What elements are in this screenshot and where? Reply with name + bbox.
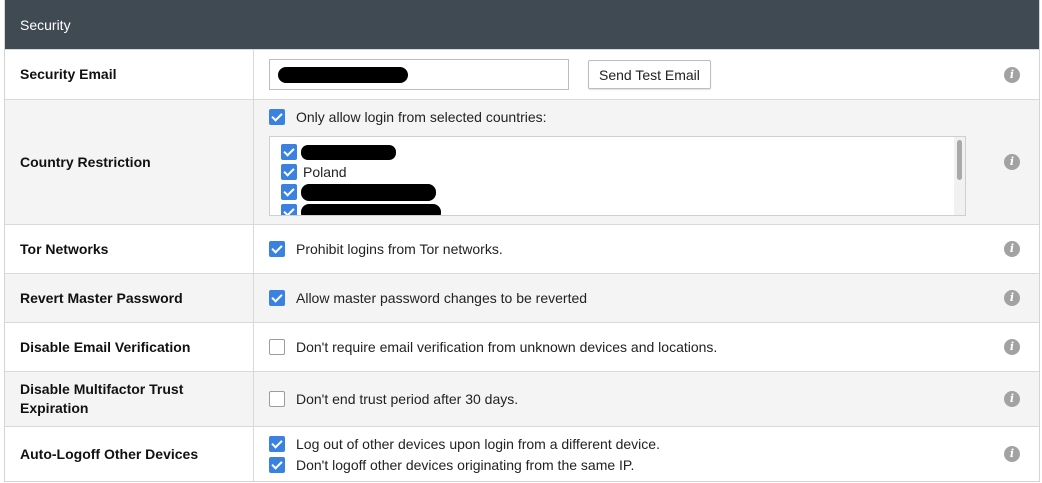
list-item[interactable] [270, 142, 965, 162]
country-restriction-option[interactable]: Only allow login from selected countries… [269, 106, 1039, 127]
info-icon[interactable]: i [1004, 290, 1020, 306]
info-icon[interactable]: i [1004, 66, 1020, 83]
checkbox-icon[interactable] [281, 164, 297, 180]
country-restriction-label: Country Restriction [5, 100, 254, 224]
disable-email-verification-row: Disable Email Verification Don't require… [5, 322, 1039, 371]
checkbox-icon[interactable] [269, 108, 285, 125]
redacted-country [301, 183, 436, 201]
revert-master-password-label: Revert Master Password [5, 274, 254, 322]
country-restriction-row: Country Restriction Only allow login fro… [5, 99, 1039, 224]
info-icon[interactable]: i [1004, 339, 1020, 355]
checkbox-icon[interactable] [269, 339, 285, 355]
auto-logoff-row: Auto-Logoff Other Devices Log out of oth… [5, 426, 1039, 481]
auto-logoff-option-1[interactable]: Log out of other devices upon login from… [269, 433, 1039, 454]
country-list[interactable]: Poland [269, 136, 966, 216]
auto-logoff-option-1-label: Log out of other devices upon login from… [296, 435, 660, 452]
checkbox-icon[interactable] [269, 456, 285, 473]
info-icon[interactable]: i [1004, 391, 1020, 407]
security-email-input[interactable] [269, 59, 569, 90]
scrollbar[interactable] [954, 137, 965, 215]
disable-email-verification-option[interactable]: Don't require email verification from un… [269, 337, 1039, 358]
checkbox-icon[interactable] [269, 241, 285, 257]
panel-title: Security [20, 16, 71, 33]
panel-header: Security [5, 0, 1039, 49]
disable-email-verification-option-label: Don't require email verification from un… [296, 339, 718, 355]
checkbox-icon[interactable] [269, 290, 285, 306]
revert-master-password-option[interactable]: Allow master password changes to be reve… [269, 288, 1039, 309]
info-icon[interactable]: i [1004, 154, 1020, 170]
checkbox-icon[interactable] [281, 144, 297, 160]
disable-multifactor-trust-row: Disable Multifactor Trust Expiration Don… [5, 371, 1039, 426]
country-name: Poland [303, 164, 347, 180]
security-panel: Security Security Email Send Test Email … [4, 0, 1040, 482]
disable-multifactor-trust-option[interactable]: Don't end trust period after 30 days. [269, 389, 1039, 410]
disable-multifactor-trust-label: Disable Multifactor Trust Expiration [5, 372, 254, 426]
tor-networks-option-label: Prohibit logins from Tor networks. [296, 241, 503, 257]
scrollbar-thumb[interactable] [957, 140, 962, 180]
disable-multifactor-trust-option-label: Don't end trust period after 30 days. [296, 391, 519, 407]
send-test-email-button[interactable]: Send Test Email [588, 60, 711, 89]
tor-networks-label: Tor Networks [5, 225, 254, 273]
security-email-row: Security Email Send Test Email i [5, 49, 1039, 99]
country-restriction-option-label: Only allow login from selected countries… [296, 108, 547, 125]
revert-master-password-row: Revert Master Password Allow master pass… [5, 273, 1039, 322]
list-item[interactable] [270, 182, 965, 202]
checkbox-icon[interactable] [269, 435, 285, 452]
disable-email-verification-label: Disable Email Verification [5, 323, 254, 371]
checkbox-icon[interactable] [281, 184, 297, 200]
security-email-label: Security Email [5, 50, 254, 99]
checkbox-icon[interactable] [269, 391, 285, 407]
auto-logoff-option-2[interactable]: Don't logoff other devices originating f… [269, 454, 1039, 475]
list-item[interactable]: Poland [270, 162, 965, 182]
tor-networks-option[interactable]: Prohibit logins from Tor networks. [269, 239, 1039, 260]
revert-master-password-option-label: Allow master password changes to be reve… [296, 290, 588, 306]
info-icon[interactable]: i [1004, 446, 1020, 462]
checkbox-icon[interactable] [281, 204, 297, 215]
redacted-country [301, 203, 441, 215]
redacted-country [301, 144, 396, 160]
auto-logoff-label: Auto-Logoff Other Devices [5, 427, 254, 481]
redacted-email [278, 67, 408, 83]
list-item[interactable] [270, 202, 965, 215]
tor-networks-row: Tor Networks Prohibit logins from Tor ne… [5, 224, 1039, 273]
info-icon[interactable]: i [1004, 241, 1020, 257]
auto-logoff-option-2-label: Don't logoff other devices originating f… [296, 456, 635, 473]
